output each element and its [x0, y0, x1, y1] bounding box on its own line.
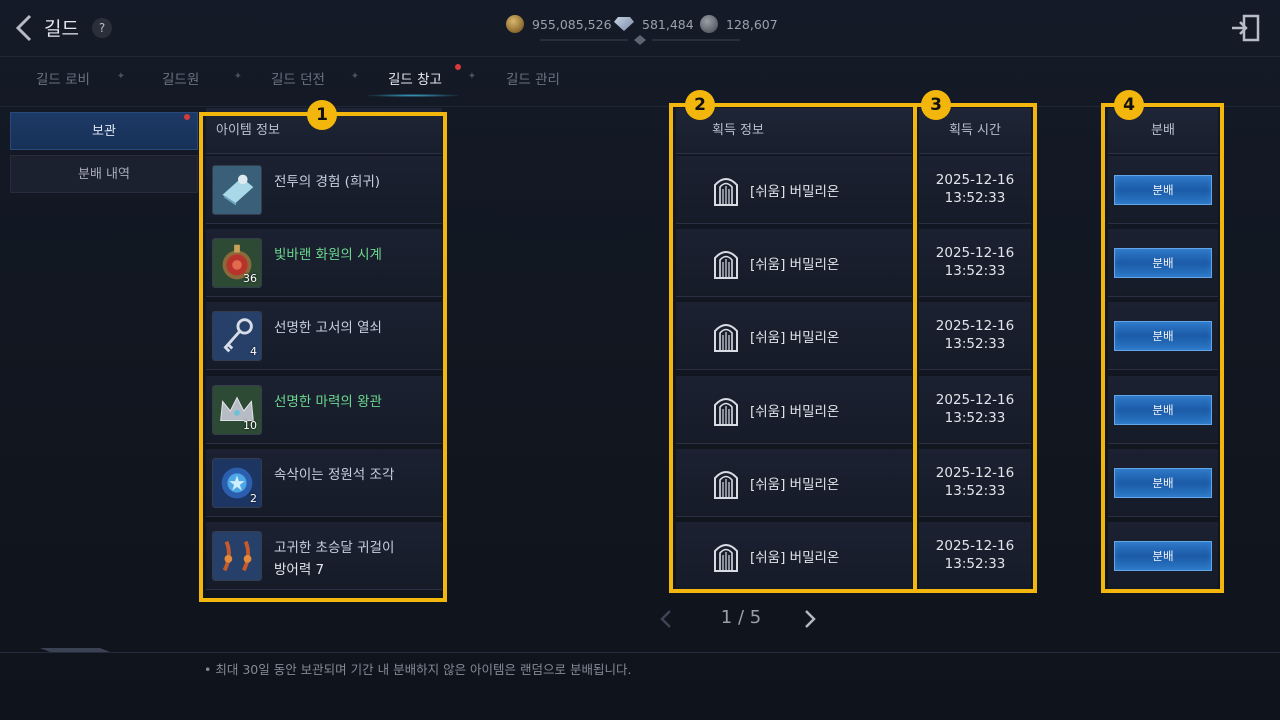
page-indicator: 1 / 5	[720, 607, 762, 628]
currency-diamond-value: 581,484	[642, 16, 694, 32]
footer-ornament	[40, 648, 110, 652]
currency-diamond: 581,484	[614, 14, 694, 34]
annotation-box-1	[199, 112, 447, 602]
notification-dot	[184, 114, 190, 120]
currency-gold-value: 955,085,526	[532, 16, 612, 32]
tabs-divider	[0, 106, 1280, 107]
prev-page-icon[interactable]	[656, 608, 676, 630]
currency-token: 128,607	[700, 14, 778, 34]
top-bar: 길드 ? 955,085,526 581,484 128,607	[0, 0, 1280, 56]
guild-storage-screen: 길드 ? 955,085,526 581,484 128,607 길드 로비 ✦…	[0, 0, 1280, 720]
notification-dot	[455, 64, 461, 70]
tab-guild-dungeon[interactable]: 길드 던전	[271, 68, 325, 88]
tab-separator-icon: ✦	[233, 71, 243, 82]
header-divider	[0, 56, 1280, 57]
storage-notice: • 최대 30일 동안 보관되며 기간 내 분배하지 않은 아이템은 랜덤으로 …	[204, 662, 632, 677]
currency-gold: 955,085,526	[506, 14, 612, 34]
exit-icon[interactable]	[1230, 12, 1264, 44]
page-title: 길드	[44, 18, 79, 40]
annotation-box-2	[669, 103, 917, 593]
currency-token-value: 128,607	[726, 16, 778, 32]
annotation-box-4	[1101, 103, 1224, 593]
sidebar-item-storage[interactable]: 보관	[10, 112, 198, 150]
next-page-icon[interactable]	[800, 608, 820, 630]
annotation-badge-3: 3	[921, 90, 951, 120]
tab-separator-icon: ✦	[467, 71, 477, 82]
footer-divider	[0, 652, 1280, 653]
tab-bar: 길드 로비 ✦ 길드원 ✦ 길드 던전 ✦ 길드 창고 ✦ 길드 관리	[0, 58, 1280, 98]
annotation-badge-2: 2	[685, 90, 715, 120]
annotation-badge-4: 4	[1114, 90, 1144, 120]
annotation-box-3	[913, 103, 1037, 593]
back-arrow-icon[interactable]	[12, 12, 40, 44]
diamond-icon	[614, 17, 634, 31]
top-ornament	[540, 35, 740, 45]
pagination: 1 / 5	[656, 604, 824, 634]
tab-separator-icon: ✦	[350, 71, 360, 82]
tab-guild-storage[interactable]: 길드 창고	[388, 68, 442, 88]
tab-guild-management[interactable]: 길드 관리	[506, 68, 560, 88]
gold-coin-icon	[506, 15, 524, 33]
annotation-badge-1: 1	[307, 100, 337, 130]
tab-separator-icon: ✦	[116, 71, 126, 82]
help-icon[interactable]: ?	[92, 18, 112, 38]
tab-guild-lobby[interactable]: 길드 로비	[36, 68, 90, 88]
active-tab-indicator	[368, 94, 458, 97]
tab-guild-members[interactable]: 길드원	[162, 68, 199, 88]
token-icon	[700, 15, 718, 33]
sidebar-item-distribution-history[interactable]: 분배 내역	[10, 155, 198, 193]
